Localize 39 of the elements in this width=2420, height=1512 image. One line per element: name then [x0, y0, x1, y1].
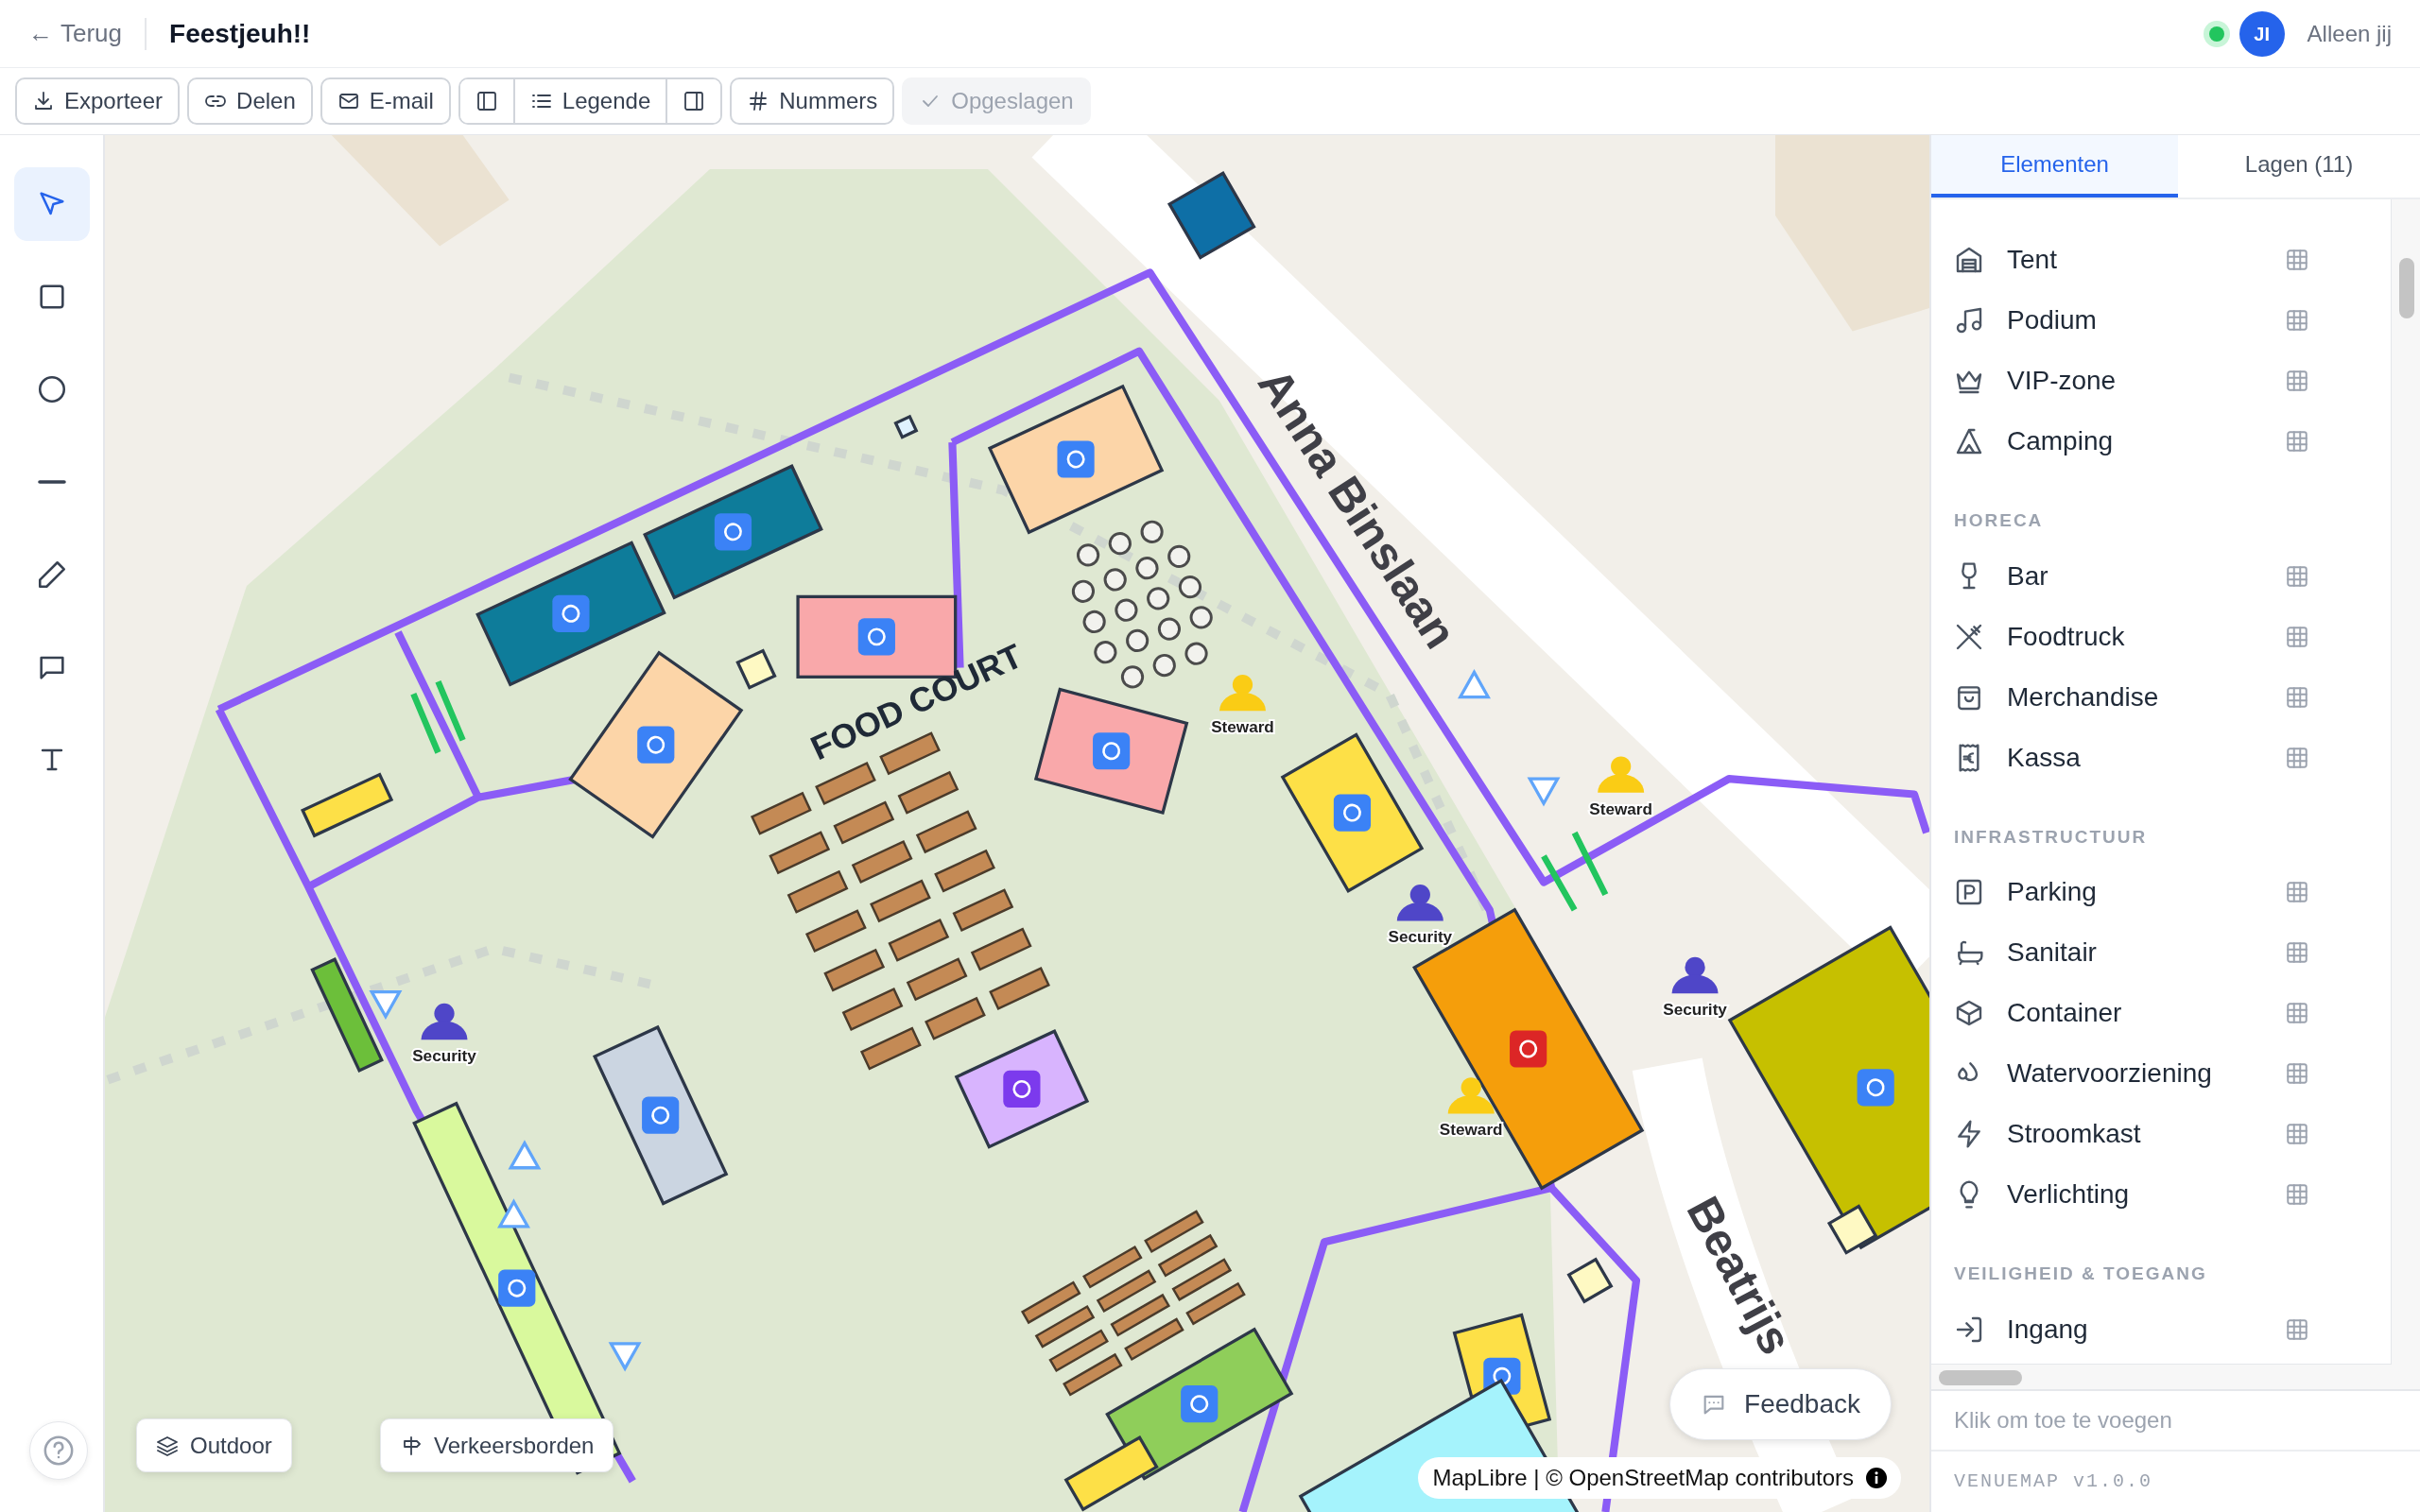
element-item[interactable]: VIP-zone	[1931, 351, 2391, 411]
panel-tab[interactable]: Elementen	[1931, 135, 2178, 198]
element-item[interactable]: Foodtruck	[1931, 606, 2391, 667]
element-item[interactable]: Verlichting	[1931, 1164, 2391, 1225]
element-item[interactable]: Watervoorziening	[1931, 1043, 2391, 1104]
hint-text: Klik om toe te voegen	[1954, 1406, 2172, 1435]
marker-label: Steward	[1589, 799, 1652, 818]
document-title: Feestjeuh!!	[169, 17, 311, 50]
element-item[interactable]: Tent	[1931, 230, 2391, 290]
version-label: VENUEMAP v1.0.0	[1954, 1469, 2153, 1494]
element-item[interactable]: Podium	[1931, 290, 2391, 351]
element-item[interactable]: Camping	[1931, 411, 2391, 472]
traffic-signs-button[interactable]: Verkeersborden	[380, 1418, 614, 1472]
export-button[interactable]: Exporteer	[15, 77, 181, 125]
layer-toggle-button[interactable]: Outdoor	[136, 1418, 292, 1472]
element-item[interactable]: Ingang	[1931, 1298, 2391, 1360]
element-item[interactable]: Bar	[1931, 545, 2391, 607]
marker-label: Security	[412, 1046, 476, 1066]
element-item[interactable]: Parking	[1931, 862, 2391, 922]
element-item[interactable]: Stroomkast	[1931, 1104, 2391, 1164]
marker-label: Security	[1388, 927, 1453, 947]
share-button[interactable]: Delen	[187, 77, 313, 125]
section-heading: INFRASTRUCTUUR	[1953, 825, 2149, 849]
avatar: JI	[2238, 10, 2285, 57]
numbers-button[interactable]: Nummers	[730, 77, 895, 125]
back-link[interactable]: ← Terug	[28, 15, 123, 52]
marker-label: Steward	[1211, 717, 1274, 737]
map-attribution: MapLibre | © OpenStreetMap contributors	[1432, 1464, 1854, 1492]
email-button[interactable]: E-mail	[320, 77, 451, 125]
section-heading: HORECA	[1953, 509, 2045, 532]
element-item[interactable]: Sanitair	[1931, 922, 2391, 983]
section-heading: VEILIGHEID & TOEGANG	[1953, 1263, 2208, 1285]
marker-label: Security	[1663, 1000, 1727, 1020]
marker-label: Steward	[1439, 1120, 1503, 1140]
element-item[interactable]: Merchandise	[1931, 666, 2391, 728]
collaborators-label: Alleen jij	[2307, 19, 2392, 48]
element-item[interactable]: Kassa	[1931, 727, 2391, 788]
element-item[interactable]: Container	[1931, 983, 2391, 1043]
feedback-button[interactable]: Feedback	[1669, 1368, 1892, 1440]
